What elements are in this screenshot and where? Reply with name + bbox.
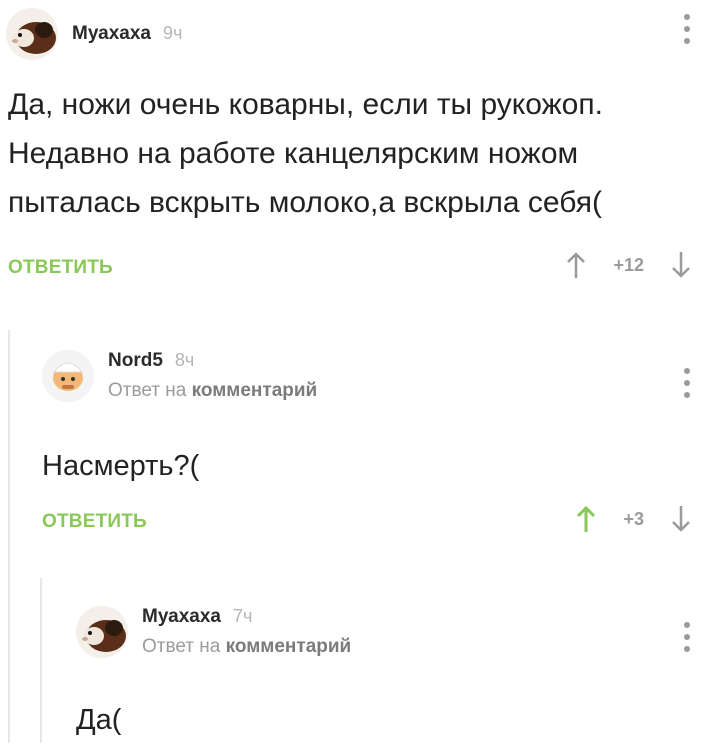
upvote-arrow-icon[interactable]: [575, 504, 597, 534]
reply-prefix: Ответ на: [142, 636, 221, 657]
reply-target-link[interactable]: комментарий: [192, 380, 318, 401]
vote-score: +12: [613, 254, 644, 275]
username[interactable]: Муахаха: [72, 23, 151, 45]
comment-text-line: Да, ножи очень коварны, если ты рукожоп.: [8, 88, 603, 121]
reply-button[interactable]: ОТВЕТИТЬ: [8, 257, 113, 279]
comment-header: Муахаха 9ч: [6, 8, 182, 60]
reply-reference: Ответ на комментарий: [108, 380, 317, 402]
comment-meta: Nord5 8ч Ответ на комментарий: [108, 350, 317, 402]
downvote-arrow-icon[interactable]: [670, 250, 692, 280]
comment-root: Муахаха 9ч Да, ножи очень коварны, если …: [0, 0, 708, 300]
timestamp: 7ч: [232, 606, 253, 626]
comment-text: Да, ножи очень коварны, если ты рукожоп.…: [8, 80, 603, 227]
guinea-pig-avatar-icon: [76, 606, 128, 658]
comment-header: Nord5 8ч Ответ на комментарий: [42, 350, 317, 402]
comment-reply-nested: Муахаха 7ч Ответ на комментарий Да(: [0, 578, 708, 743]
thread-line: [40, 578, 42, 743]
user-avatar[interactable]: [6, 8, 58, 60]
more-options-icon[interactable]: [682, 368, 692, 398]
guinea-pig-avatar-icon: [6, 8, 58, 60]
vote-controls: +12: [565, 250, 692, 280]
timestamp: 9ч: [162, 23, 183, 43]
more-options-icon[interactable]: [682, 622, 692, 652]
reply-prefix: Ответ на: [108, 380, 187, 401]
upvote-arrow-icon[interactable]: [565, 250, 587, 280]
more-options-icon[interactable]: [682, 14, 692, 44]
downvote-arrow-icon[interactable]: [670, 504, 692, 534]
timestamp: 8ч: [174, 350, 195, 370]
vote-controls: +3: [575, 504, 692, 534]
cartoon-avatar-icon: [42, 350, 94, 402]
comment-meta: Муахаха 7ч Ответ на комментарий: [142, 606, 351, 658]
vote-score: +3: [623, 508, 644, 529]
reply-reference: Ответ на комментарий: [142, 636, 351, 658]
comment-text-line: пыталась вскрыть молоко,а вскрыла себя(: [8, 186, 603, 219]
comment-text: Да(: [76, 704, 122, 736]
comment-header: Муахаха 7ч Ответ на комментарий: [76, 606, 351, 658]
user-avatar[interactable]: [42, 350, 94, 402]
reply-target-link[interactable]: комментарий: [226, 636, 352, 657]
user-avatar[interactable]: [76, 606, 128, 658]
reply-button[interactable]: ОТВЕТИТЬ: [42, 511, 147, 533]
username[interactable]: Муахаха: [142, 606, 221, 628]
comment-text-line: Недавно на работе канцелярским ножом: [8, 137, 579, 170]
username[interactable]: Nord5: [108, 350, 163, 372]
comment-meta: Муахаха 9ч: [72, 23, 182, 45]
comment-text: Насмерть?(: [42, 450, 200, 482]
